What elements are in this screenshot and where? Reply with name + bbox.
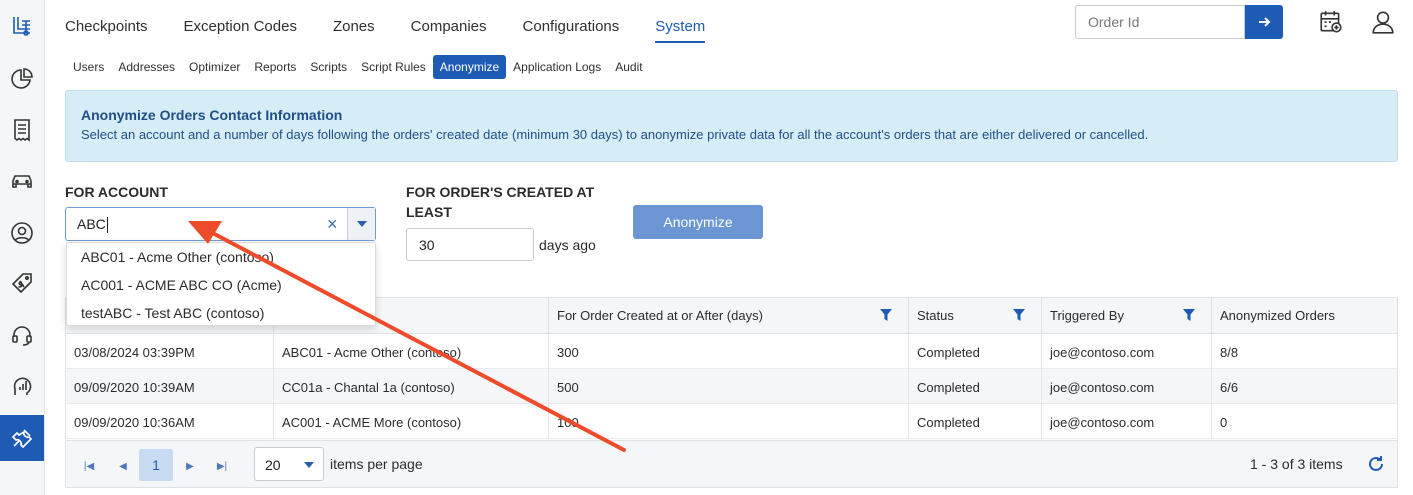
calendar-add-icon[interactable] — [1317, 8, 1345, 36]
dropdown-option[interactable]: testABC - Test ABC (contoso) — [67, 299, 375, 327]
days-input[interactable] — [406, 228, 534, 261]
table-row[interactable]: 03/08/2024 03:39PM ABC01 - Acme Other (c… — [66, 334, 1397, 369]
subtab-scripts[interactable]: Scripts — [303, 55, 354, 79]
tab-companies[interactable]: Companies — [411, 18, 487, 43]
cell-date: 09/09/2020 10:36AM — [74, 415, 195, 430]
cell-account: CC01a - Chantal 1a (contoso) — [273, 369, 548, 404]
cell-triggered-by: joe@contoso.com — [1041, 369, 1211, 404]
page-size-label: items per page — [330, 456, 423, 472]
chevron-down-icon — [304, 462, 314, 468]
cell-days: 500 — [548, 369, 908, 404]
order-id-input[interactable] — [1075, 5, 1245, 39]
page-size-value: 20 — [265, 457, 281, 473]
headset-icon[interactable] — [0, 312, 44, 358]
clear-icon[interactable]: × — [327, 214, 338, 235]
main-tabs: Checkpoints Exception Codes Zones Compan… — [65, 18, 741, 43]
receipt-icon[interactable] — [0, 107, 44, 153]
days-suffix: days ago — [539, 237, 596, 253]
tab-zones[interactable]: Zones — [333, 18, 375, 43]
dropdown-option[interactable]: AC001 - ACME ABC CO (Acme) — [67, 271, 375, 299]
subtab-addresses[interactable]: Addresses — [111, 55, 182, 79]
account-label: FOR ACCOUNT — [65, 184, 168, 200]
cell-days: 100 — [548, 404, 908, 439]
chevron-down-icon — [356, 221, 367, 227]
car-icon[interactable] — [0, 158, 44, 204]
tab-exception-codes[interactable]: Exception Codes — [184, 18, 297, 43]
subtab-application-logs[interactable]: Application Logs — [506, 55, 608, 79]
filter-icon[interactable] — [1183, 309, 1195, 322]
subtab-script-rules[interactable]: Script Rules — [354, 55, 433, 79]
arrow-right-icon — [1259, 17, 1271, 27]
cell-status: Completed — [908, 334, 1041, 369]
pie-chart-icon[interactable] — [0, 56, 44, 102]
sidebar — [0, 0, 45, 495]
tab-checkpoints[interactable]: Checkpoints — [65, 18, 148, 43]
cell-account: ABC01 - Acme Other (contoso) — [273, 334, 548, 369]
subtab-reports[interactable]: Reports — [247, 55, 303, 79]
price-tag-icon[interactable] — [0, 261, 44, 307]
account-combobox[interactable]: ABC × — [65, 207, 376, 241]
account-dropdown-list: ABC01 - Acme Other (contoso) AC001 - ACM… — [66, 242, 376, 326]
filter-icon[interactable] — [880, 309, 892, 322]
cell-date: 03/08/2024 03:39PM — [74, 345, 195, 360]
pager-info: 1 - 3 of 3 items — [1250, 456, 1343, 472]
pager: |◀ ◀ 1 ▶ ▶| 20 items per page 1 - 3 of 3… — [66, 440, 1397, 487]
cell-anonymized-orders: 0 — [1211, 404, 1397, 439]
days-label-line2: LEAST — [406, 204, 452, 220]
column-header-status[interactable]: Status — [908, 298, 1041, 334]
logo-icon[interactable] — [0, 4, 44, 50]
anonymize-button[interactable]: Anonymize — [633, 205, 763, 239]
prev-page-icon[interactable]: ◀ — [110, 451, 136, 481]
column-header-days[interactable]: For Order Created at or After (days) — [548, 298, 908, 334]
subtab-audit[interactable]: Audit — [608, 55, 649, 79]
table-row[interactable]: 09/09/2020 10:36AM AC001 - ACME More (co… — [66, 404, 1397, 439]
account-input-value[interactable]: ABC — [77, 216, 108, 234]
analytics-icon[interactable] — [0, 362, 44, 408]
info-text: Select an account and a number of days f… — [81, 127, 1149, 142]
cell-status: Completed — [908, 369, 1041, 404]
info-title: Anonymize Orders Contact Information — [81, 107, 343, 123]
cell-anonymized-orders: 8/8 — [1211, 334, 1397, 369]
cell-days: 300 — [548, 334, 908, 369]
subtab-optimizer[interactable]: Optimizer — [182, 55, 247, 79]
last-page-icon[interactable]: ▶| — [209, 451, 235, 481]
table-row[interactable]: 09/09/2020 10:39AM CC01a - Chantal 1a (c… — [66, 369, 1397, 404]
cell-date: 09/09/2020 10:39AM — [74, 380, 195, 395]
info-banner: Anonymize Orders Contact Information Sel… — [65, 90, 1398, 162]
page-size-select[interactable]: 20 — [254, 447, 324, 481]
cell-triggered-by: joe@contoso.com — [1041, 334, 1211, 369]
tab-configurations[interactable]: Configurations — [523, 18, 620, 43]
subtab-anonymize[interactable]: Anonymize — [432, 55, 507, 79]
cell-triggered-by: joe@contoso.com — [1041, 404, 1211, 439]
first-page-icon[interactable]: |◀ — [76, 451, 102, 481]
dropdown-toggle[interactable] — [347, 208, 375, 240]
filter-icon[interactable] — [1013, 309, 1025, 322]
cell-status: Completed — [908, 404, 1041, 439]
next-page-icon[interactable]: ▶ — [177, 451, 203, 481]
dropdown-option[interactable]: ABC01 - Acme Other (contoso) — [67, 243, 375, 271]
cell-account: AC001 - ACME More (contoso) — [273, 404, 548, 439]
column-header-anonymized-orders[interactable]: Anonymized Orders — [1211, 298, 1397, 334]
order-search-button[interactable] — [1245, 5, 1283, 39]
tools-icon[interactable] — [0, 415, 44, 461]
page-number-current[interactable]: 1 — [139, 449, 173, 481]
tab-system[interactable]: System — [655, 18, 706, 43]
user-profile-icon[interactable] — [1369, 8, 1397, 36]
column-header-triggered-by[interactable]: Triggered By — [1041, 298, 1211, 334]
refresh-icon[interactable] — [1366, 454, 1386, 474]
days-label-line1: FOR ORDER'S CREATED AT — [406, 184, 595, 200]
cell-anonymized-orders: 6/6 — [1211, 369, 1397, 404]
user-circle-icon[interactable] — [0, 210, 44, 256]
subtab-users[interactable]: Users — [66, 55, 111, 79]
sub-tabs: Users Addresses Optimizer Reports Script… — [66, 55, 650, 79]
